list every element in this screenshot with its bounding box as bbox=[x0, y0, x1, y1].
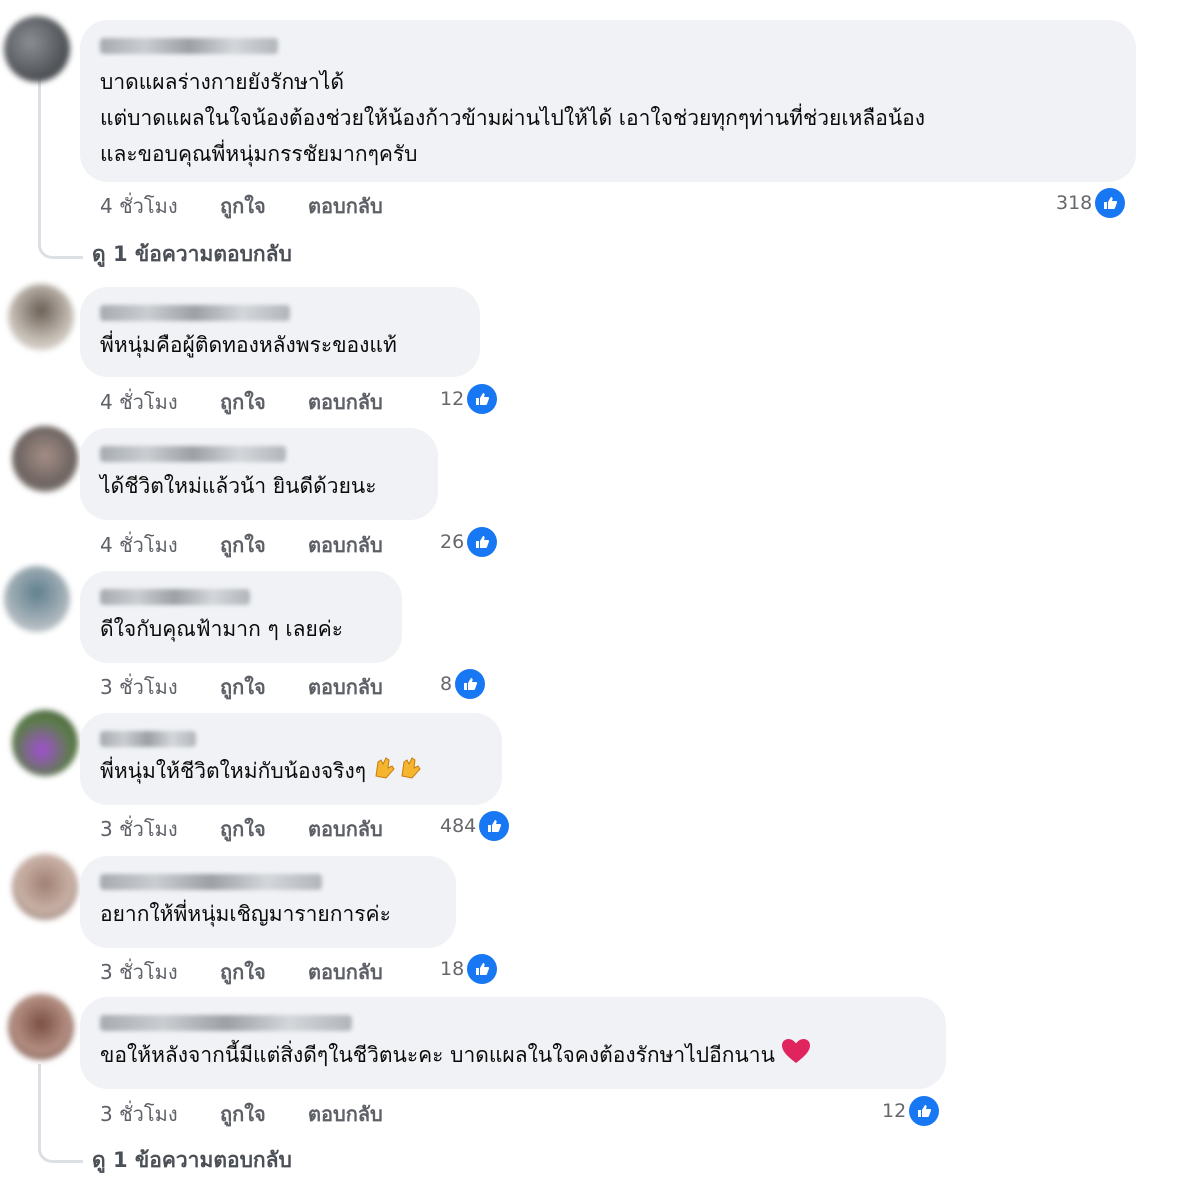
reply-button[interactable]: ตอบกลับ bbox=[308, 386, 383, 418]
comment-text: อยากให้พี่หนุ่มเชิญมารายการค่ะ bbox=[100, 902, 391, 926]
thumbs-up-icon bbox=[467, 954, 498, 984]
comment-text: บาดแผลร่างกายยังรักษาได้ แต่บาดแผลในใจน้… bbox=[100, 70, 926, 166]
reaction-count[interactable]: 26 bbox=[440, 527, 498, 557]
comment-actions: 3 ชั่วโมง ถูกใจ ตอบกลับ bbox=[100, 671, 383, 703]
avatar[interactable] bbox=[8, 284, 74, 350]
commenter-name-redacted[interactable] bbox=[100, 731, 196, 747]
comment-text: ดีใจกับคุณฟ้ามาก ๆ เลยค่ะ bbox=[100, 617, 344, 641]
red-heart-emoji bbox=[781, 1038, 811, 1075]
comment-bubble: ได้ชีวิตใหม่แล้วน้า ยินดีด้วยนะ bbox=[80, 428, 438, 520]
commenter-name-redacted[interactable] bbox=[100, 589, 250, 605]
avatar[interactable] bbox=[4, 566, 70, 632]
commenter-name-redacted[interactable] bbox=[100, 1015, 352, 1031]
thumbs-up-icon bbox=[909, 1096, 940, 1126]
reply-button[interactable]: ตอบกลับ bbox=[308, 190, 383, 222]
comment-text: ได้ชีวิตใหม่แล้วน้า ยินดีด้วยนะ bbox=[100, 474, 377, 498]
like-button[interactable]: ถูกใจ bbox=[220, 386, 308, 418]
like-button[interactable]: ถูกใจ bbox=[220, 529, 308, 561]
comment-bubble: พี่หนุ่มให้ชีวิตใหม่กับน้องจริงๆ bbox=[80, 713, 502, 805]
comment-time[interactable]: 3 ชั่วโมง bbox=[100, 813, 220, 845]
avatar[interactable] bbox=[4, 16, 70, 82]
comment-bubble: อยากให้พี่หนุ่มเชิญมารายการค่ะ bbox=[80, 856, 456, 948]
comment-actions: 4 ชั่วโมง ถูกใจ ตอบกลับ bbox=[100, 386, 383, 418]
reaction-count-value: 484 bbox=[440, 815, 477, 837]
thumbs-up-icon bbox=[467, 384, 498, 414]
comment-time[interactable]: 3 ชั่วโมง bbox=[100, 671, 220, 703]
view-replies-link[interactable]: ดู 1 ข้อความตอบกลับ bbox=[92, 238, 292, 271]
comment-bubble: บาดแผลร่างกายยังรักษาได้ แต่บาดแผลในใจน้… bbox=[80, 20, 1136, 182]
like-button[interactable]: ถูกใจ bbox=[220, 190, 308, 222]
comment-time[interactable]: 3 ชั่วโมง bbox=[100, 956, 220, 988]
reply-thread-connector bbox=[38, 66, 83, 259]
commenter-name-redacted[interactable] bbox=[100, 38, 278, 54]
comment-bubble: ขอให้หลังจากนี้มีแต่สิ่งดีๆในชีวิตนะคะ บ… bbox=[80, 997, 946, 1089]
reply-button[interactable]: ตอบกลับ bbox=[308, 813, 383, 845]
comment-text-content: ขอให้หลังจากนี้มีแต่สิ่งดีๆในชีวิตนะคะ บ… bbox=[100, 1043, 775, 1067]
like-button[interactable]: ถูกใจ bbox=[220, 813, 308, 845]
comment-actions: 3 ชั่วโมง ถูกใจ ตอบกลับ bbox=[100, 1098, 383, 1130]
reaction-count[interactable]: 12 bbox=[882, 1096, 940, 1126]
comment-text: ขอให้หลังจากนี้มีแต่สิ่งดีๆในชีวิตนะคะ บ… bbox=[100, 1037, 924, 1075]
reaction-count[interactable]: 12 bbox=[440, 384, 498, 414]
thumbs-up-icon bbox=[455, 669, 486, 699]
like-button[interactable]: ถูกใจ bbox=[220, 1098, 308, 1130]
avatar[interactable] bbox=[12, 710, 78, 776]
clapping-hands-emoji bbox=[372, 754, 424, 791]
reaction-count-value: 18 bbox=[440, 958, 465, 980]
like-button[interactable]: ถูกใจ bbox=[220, 671, 308, 703]
reaction-count-value: 26 bbox=[440, 531, 465, 553]
comment-bubble: ดีใจกับคุณฟ้ามาก ๆ เลยค่ะ bbox=[80, 571, 402, 663]
comment-time[interactable]: 4 ชั่วโมง bbox=[100, 529, 220, 561]
reply-thread-connector bbox=[38, 1064, 83, 1163]
comment-time[interactable]: 4 ชั่วโมง bbox=[100, 386, 220, 418]
reaction-count[interactable]: 8 bbox=[440, 669, 486, 699]
reaction-count[interactable]: 484 bbox=[440, 811, 510, 841]
comment-time[interactable]: 3 ชั่วโมง bbox=[100, 1098, 220, 1130]
thumbs-up-icon bbox=[467, 527, 498, 557]
reply-button[interactable]: ตอบกลับ bbox=[308, 1098, 383, 1130]
reaction-count-value: 12 bbox=[882, 1100, 907, 1122]
commenter-name-redacted[interactable] bbox=[100, 874, 322, 890]
comment-text: พี่หนุ่มคือผู้ติดทองหลังพระของแท้ bbox=[100, 333, 397, 357]
avatar[interactable] bbox=[8, 994, 74, 1060]
reaction-count-value: 8 bbox=[440, 673, 453, 695]
commenter-name-redacted[interactable] bbox=[100, 305, 290, 321]
comment-actions: 4 ชั่วโมง ถูกใจ ตอบกลับ bbox=[100, 190, 383, 222]
like-button[interactable]: ถูกใจ bbox=[220, 956, 308, 988]
avatar[interactable] bbox=[12, 426, 78, 492]
comment-actions: 3 ชั่วโมง ถูกใจ ตอบกลับ bbox=[100, 956, 383, 988]
comment-text: พี่หนุ่มให้ชีวิตใหม่กับน้องจริงๆ bbox=[100, 753, 480, 791]
comment-actions: 3 ชั่วโมง ถูกใจ ตอบกลับ bbox=[100, 813, 383, 845]
reaction-count[interactable]: 18 bbox=[440, 954, 498, 984]
reply-button[interactable]: ตอบกลับ bbox=[308, 671, 383, 703]
commenter-name-redacted[interactable] bbox=[100, 446, 286, 462]
comment-time[interactable]: 4 ชั่วโมง bbox=[100, 190, 220, 222]
avatar[interactable] bbox=[12, 854, 78, 920]
view-replies-link[interactable]: ดู 1 ข้อความตอบกลับ bbox=[92, 1144, 292, 1177]
reaction-count-value: 12 bbox=[440, 388, 465, 410]
thumbs-up-icon bbox=[479, 811, 510, 841]
thumbs-up-icon bbox=[1095, 188, 1126, 218]
reaction-count[interactable]: 318 bbox=[1056, 188, 1126, 218]
reply-button[interactable]: ตอบกลับ bbox=[308, 529, 383, 561]
comment-actions: 4 ชั่วโมง ถูกใจ ตอบกลับ bbox=[100, 529, 383, 561]
comment-bubble: พี่หนุ่มคือผู้ติดทองหลังพระของแท้ bbox=[80, 287, 480, 377]
reaction-count-value: 318 bbox=[1056, 192, 1093, 214]
reply-button[interactable]: ตอบกลับ bbox=[308, 956, 383, 988]
comment-text-content: พี่หนุ่มให้ชีวิตใหม่กับน้องจริงๆ bbox=[100, 759, 366, 783]
